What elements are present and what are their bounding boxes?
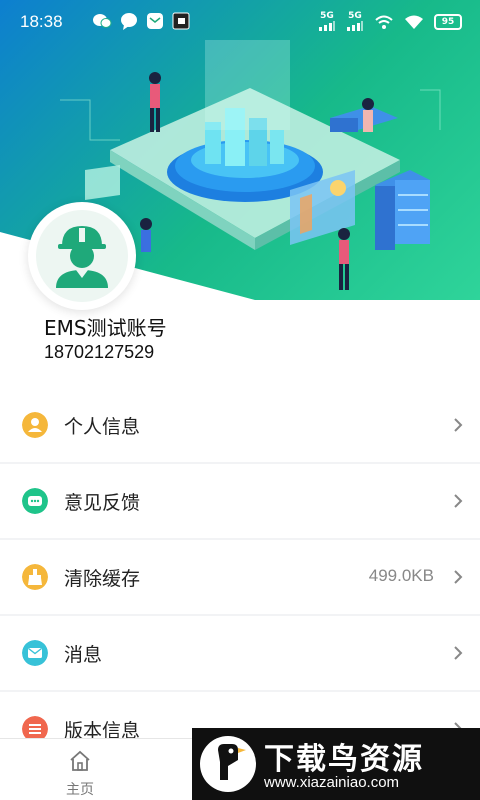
profile-header: 18:38 5G 5G 95 EMS测试账号 18702127529 bbox=[0, 0, 480, 390]
menu-item-messages[interactable]: 消息 bbox=[0, 616, 480, 690]
mail-app-icon bbox=[147, 13, 163, 29]
menu-item-clear-cache[interactable]: 清除缓存 499.0KB bbox=[0, 540, 480, 614]
battery-indicator: 95 bbox=[434, 13, 462, 30]
person-icon bbox=[22, 412, 48, 438]
menu-label: 意见反馈 bbox=[64, 492, 141, 514]
hotspot-icon bbox=[375, 15, 393, 29]
home-icon bbox=[70, 750, 90, 771]
chat-bubble-icon bbox=[121, 13, 137, 30]
menu-item-personal-info[interactable]: 个人信息 bbox=[0, 388, 480, 462]
signal-bars-icon bbox=[319, 21, 335, 31]
status-bar: 18:38 5G 5G 95 bbox=[0, 0, 480, 44]
account-phone: 18702127529 bbox=[44, 342, 155, 362]
settings-menu: 个人信息 意见反馈 清除缓存 499.0KB 消息 版本信息 bbox=[0, 388, 480, 768]
envelope-icon bbox=[22, 640, 48, 666]
nav-home-tab[interactable]: 主页 bbox=[50, 745, 110, 798]
chevron-right-icon bbox=[454, 646, 463, 660]
watermark-title: 下载鸟资源 bbox=[264, 742, 424, 777]
nav-home-label: 主页 bbox=[66, 782, 94, 798]
avatar-inner bbox=[36, 210, 128, 302]
cache-size: 499.0KB bbox=[368, 566, 434, 585]
app-icon bbox=[172, 12, 190, 30]
avatar[interactable] bbox=[28, 202, 136, 310]
watermark-url: www.xiazainiao.com bbox=[264, 774, 400, 791]
wifi-icon bbox=[405, 15, 423, 29]
status-time: 18:38 bbox=[20, 12, 63, 31]
notification-icons bbox=[92, 12, 190, 30]
chevron-right-icon bbox=[454, 570, 463, 584]
bird-logo-icon bbox=[218, 744, 246, 780]
broom-icon bbox=[22, 564, 48, 590]
menu-label: 个人信息 bbox=[64, 416, 141, 438]
signal-bars-icon bbox=[347, 21, 363, 31]
chat-icon bbox=[22, 488, 48, 514]
menu-label: 清除缓存 bbox=[64, 568, 141, 590]
watermark-logo-icon bbox=[200, 736, 256, 792]
account-name: EMS测试账号 bbox=[44, 316, 167, 340]
worker-helmet-icon bbox=[56, 226, 108, 288]
signal-2: 5G bbox=[346, 12, 364, 31]
chevron-right-icon bbox=[454, 418, 463, 432]
menu-item-feedback[interactable]: 意见反馈 bbox=[0, 464, 480, 538]
menu-label: 消息 bbox=[64, 644, 103, 666]
watermark-banner: 下载鸟资源 www.xiazainiao.com bbox=[192, 728, 480, 800]
status-right-icons: 5G 5G 95 bbox=[318, 12, 462, 31]
chevron-right-icon bbox=[454, 494, 463, 508]
wechat-icon bbox=[93, 14, 112, 28]
signal-1: 5G bbox=[318, 12, 336, 31]
